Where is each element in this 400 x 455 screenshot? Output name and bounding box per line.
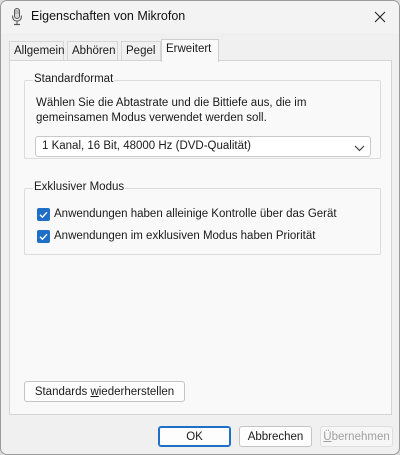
tab-abhoeren[interactable]: Abhören	[67, 41, 118, 61]
apply-button[interactable]: Übernehmen	[320, 426, 393, 447]
standardformat-description: Wählen Sie die Abtastrate und die Bittie…	[36, 97, 307, 124]
exclusive-priority-checkbox[interactable]	[37, 230, 50, 243]
exclusive-priority-label: Anwendungen im exklusiven Modus haben Pr…	[54, 230, 316, 242]
tab-pegel[interactable]: Pegel	[121, 41, 161, 61]
restore-defaults-button[interactable]: Standards w iederherstellen	[24, 381, 185, 402]
checkmark-icon	[39, 233, 48, 241]
exclusive-mode-group: Exklusiver Modus Anwendungen haben allei…	[24, 181, 381, 255]
close-icon	[374, 11, 386, 23]
exclusive-control-checkbox[interactable]	[37, 208, 50, 221]
tab-erweitert[interactable]: Erweitert	[161, 39, 219, 62]
window-title: Eigenschaften von Mikrofon	[31, 9, 186, 23]
cancel-button[interactable]: Abbrechen	[239, 426, 312, 447]
dialog-window: Eigenschaften von Mikrofon Allgemein Abh…	[0, 0, 400, 455]
checkmark-icon	[39, 211, 48, 219]
title-bar[interactable]: Eigenschaften von Mikrofon	[1, 1, 399, 33]
ok-button[interactable]: OK	[158, 426, 231, 447]
standardformat-group: Standardformat Wählen Sie die Abtastrate…	[24, 73, 381, 159]
tab-panel-erweitert: Standardformat Wählen Sie die Abtastrate…	[9, 60, 392, 415]
standardformat-legend: Standardformat	[33, 73, 115, 85]
chevron-down-icon	[354, 143, 365, 155]
exclusive-control-label: Anwendungen haben alleinige Kontrolle üb…	[54, 208, 337, 220]
format-dropdown-value: 1 Kanal, 16 Bit, 48000 Hz (DVD-Qualität)	[42, 140, 252, 152]
tab-allgemein[interactable]: Allgemein	[9, 41, 65, 61]
exclusive-mode-legend: Exklusiver Modus	[33, 181, 126, 193]
format-dropdown[interactable]: 1 Kanal, 16 Bit, 48000 Hz (DVD-Qualität)	[35, 136, 371, 157]
microphone-icon	[11, 8, 23, 26]
close-button[interactable]	[367, 4, 393, 30]
